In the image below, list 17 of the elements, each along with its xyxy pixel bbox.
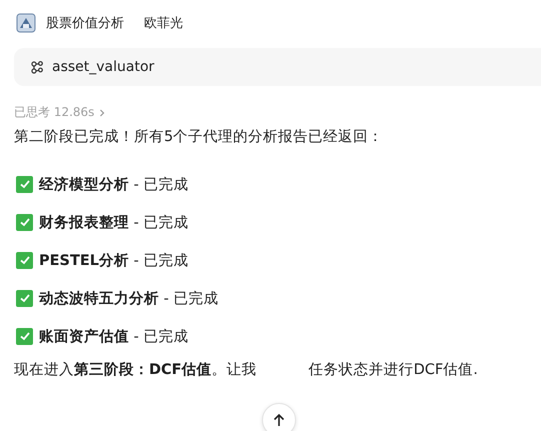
nodes-icon (30, 60, 44, 74)
task-status: 账面资产估值 - 已完成 (39, 328, 188, 346)
tool-name: asset_valuator (52, 59, 154, 75)
arrow-up-icon (272, 413, 286, 427)
app-logo-icon (16, 13, 36, 33)
task-status: PESTEL分析 - 已完成 (39, 252, 188, 270)
status-message: 第二阶段已完成！所有5个子代理的分析报告已经返回： (14, 128, 384, 146)
task-status: 经济模型分析 - 已完成 (39, 176, 188, 194)
task-status: 动态波特五力分析 - 已完成 (39, 290, 218, 308)
next-step-text: 任务状态并进行DCF估值. (308, 361, 478, 379)
page-title: 股票价值分析 (46, 15, 124, 32)
stock-name: 欧菲光 (144, 15, 183, 32)
next-step-text: 现在进入第三阶段：DCF估值。让我 (14, 360, 257, 379)
task-status: 财务报表整理 - 已完成 (39, 214, 188, 232)
scroll-button[interactable] (262, 403, 296, 431)
chevron-icon[interactable] (98, 108, 106, 116)
tool-call-card[interactable]: asset_valuator (14, 48, 541, 86)
